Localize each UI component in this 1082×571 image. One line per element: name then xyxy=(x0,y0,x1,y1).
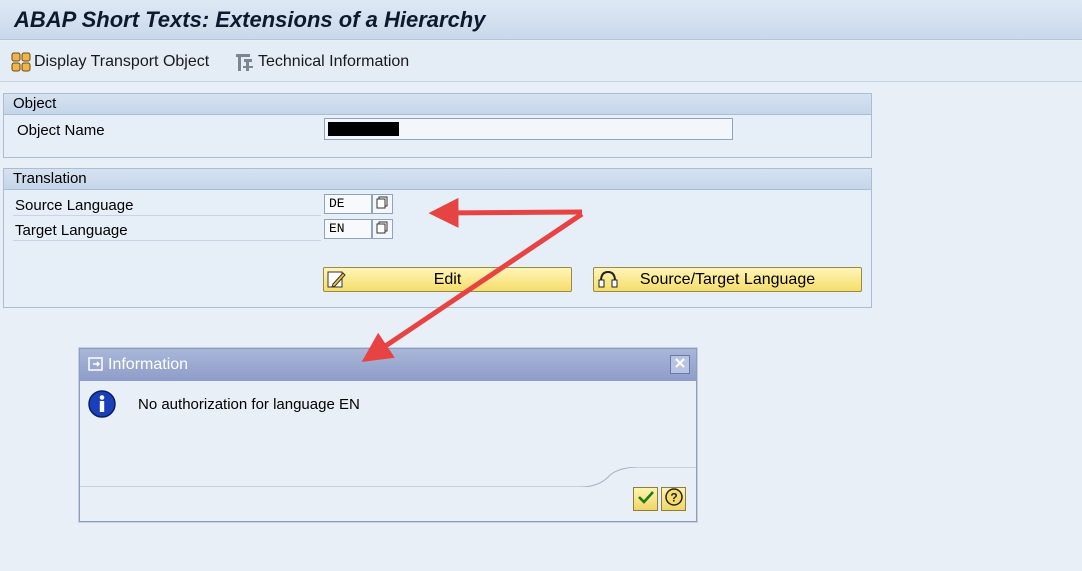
source-language-value-help[interactable] xyxy=(372,194,393,214)
page-title: ABAP Short Texts: Extensions of a Hierar… xyxy=(14,7,486,32)
headset-icon xyxy=(597,270,619,294)
technical-information-label: Technical Information xyxy=(258,53,410,70)
edit-pencil-icon xyxy=(327,270,347,294)
target-language-underline xyxy=(13,240,321,241)
title-bar: ABAP Short Texts: Extensions of a Hierar… xyxy=(0,0,1082,40)
object-name-field[interactable] xyxy=(324,118,733,140)
application-toolbar: Display Transport Object Technical Infor… xyxy=(0,41,1082,82)
display-transport-object-button[interactable]: Display Transport Object xyxy=(11,49,209,75)
confirm-button[interactable] xyxy=(633,487,658,511)
object-name-label: Object Name xyxy=(17,122,105,139)
close-icon xyxy=(674,356,686,373)
source-target-language-label: Source/Target Language xyxy=(639,270,816,288)
value-help-icon xyxy=(376,221,389,238)
source-language-underline xyxy=(13,215,321,216)
dialog-footer-divider xyxy=(80,467,696,487)
information-icon xyxy=(87,389,117,423)
translation-group: Translation Source Language DE Target La… xyxy=(3,168,872,308)
dialog-title-bar: Information xyxy=(80,349,696,381)
help-icon: ? xyxy=(664,488,683,510)
dialog-close-button[interactable] xyxy=(670,355,690,374)
dialog-title: Information xyxy=(108,356,189,373)
value-help-icon xyxy=(376,196,389,213)
edit-button-label: Edit xyxy=(433,270,462,288)
edit-button[interactable]: Edit xyxy=(323,267,572,292)
redacted-value xyxy=(328,122,399,136)
information-dialog: Information No authorization for languag… xyxy=(79,348,697,522)
svg-text:?: ? xyxy=(670,491,677,505)
source-target-language-button[interactable]: Source/Target Language xyxy=(593,267,862,292)
target-language-field[interactable]: EN xyxy=(324,219,372,239)
source-language-field[interactable]: DE xyxy=(324,194,372,214)
dialog-message: No authorization for language EN xyxy=(138,396,360,413)
translation-group-header: Translation xyxy=(4,169,871,190)
dialog-window-icon xyxy=(88,357,104,376)
technical-information-icon xyxy=(234,52,256,73)
technical-information-button[interactable]: Technical Information xyxy=(234,49,409,75)
help-button[interactable]: ? xyxy=(661,487,686,511)
target-language-label: Target Language xyxy=(15,222,128,239)
source-language-label: Source Language xyxy=(15,197,134,214)
object-group-header: Object xyxy=(4,94,871,115)
object-group: Object Object Name xyxy=(3,93,872,158)
display-transport-object-label: Display Transport Object xyxy=(34,53,210,70)
checkmark-icon xyxy=(637,490,654,508)
target-language-value-help[interactable] xyxy=(372,219,393,239)
transport-object-icon xyxy=(11,52,32,73)
